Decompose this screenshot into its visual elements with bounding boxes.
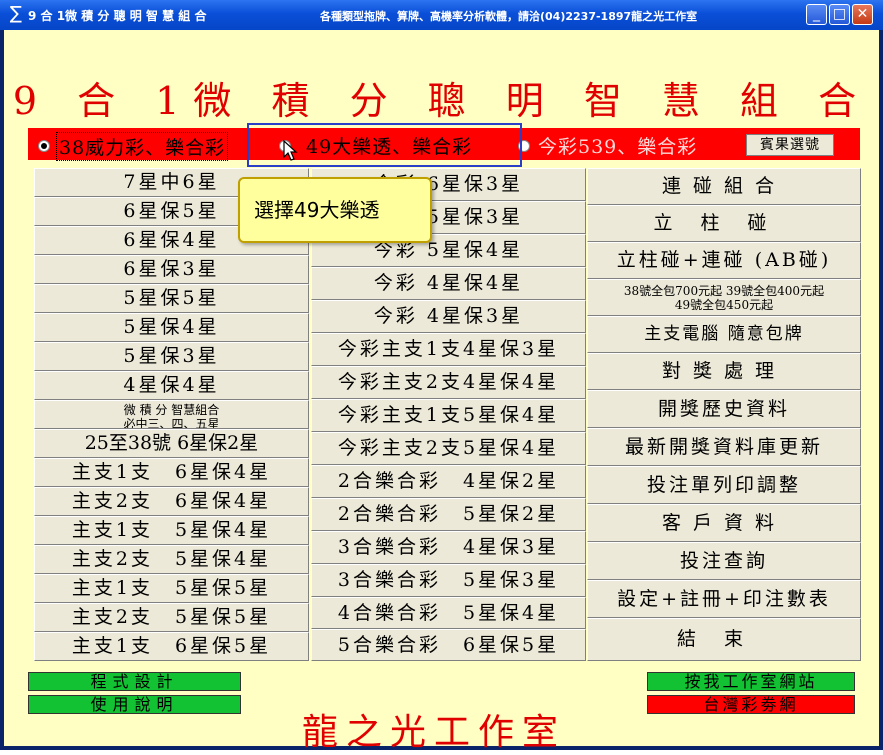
tooltip-callout: 選擇49大樂透 — [238, 177, 432, 243]
btn-5-3[interactable]: 5星保3星 — [34, 342, 309, 371]
btn-4-4[interactable]: 4星保4星 — [34, 371, 309, 400]
close-icon: ✕ — [856, 6, 869, 22]
design-button[interactable]: 程式設計 — [28, 672, 241, 691]
maximize-button[interactable]: □ — [829, 4, 850, 25]
studio-title: 龍之光工作室 — [301, 712, 566, 753]
minimize-button[interactable]: _ — [806, 4, 827, 25]
close-button[interactable]: ✕ — [852, 4, 873, 25]
btn-2he-5-2[interactable]: 2合樂合彩 5星保2星 — [311, 498, 586, 531]
btn-main1-5-5[interactable]: 主支1支 5星保5星 — [34, 574, 309, 603]
btn-2he-4-2[interactable]: 2合樂合彩 4星保2星 — [311, 465, 586, 498]
radio-label-38[interactable]: 38威力彩、樂合彩 — [56, 132, 229, 161]
package-note-2: 49號全包450元起 — [674, 298, 774, 312]
btn-jc-main2-5-4[interactable]: 今彩主支2支5星保4星 — [311, 432, 586, 465]
package-note-1: 38號全包700元起 39號全包400元起 — [623, 284, 825, 298]
radio-38[interactable] — [38, 140, 50, 152]
btn-main2-5-4[interactable]: 主支2支 5星保4星 — [34, 545, 309, 574]
btn-jc-main2-4-4[interactable]: 今彩主支2支4星保4星 — [311, 366, 586, 399]
lottery-net-button[interactable]: 台灣彩劵網 — [647, 695, 855, 714]
btn-settings[interactable]: 設定+註冊+印注數表 — [587, 580, 861, 618]
btn-main2-6-4[interactable]: 主支2支 6星保4星 — [34, 487, 309, 516]
title-bar[interactable]: ∑ 9 合 1微 積 分 聰 明 智 慧 組 合 各種類型拖牌、算牌、高機率分析… — [0, 0, 883, 30]
btn-main1-5-4[interactable]: 主支1支 5星保4星 — [34, 516, 309, 545]
btn-6-3[interactable]: 6星保3星 — [34, 255, 309, 284]
manual-button[interactable]: 使用說明 — [28, 695, 241, 714]
btn-smart-combo[interactable]: 微 積 分 智慧組合 必中三、四、五星 — [34, 400, 309, 429]
btn-exit[interactable]: 結束 — [587, 618, 861, 661]
website-button[interactable]: 按我工作室網站 — [647, 672, 855, 691]
app-window: ∑ 9 合 1微 積 分 聰 明 智 慧 組 合 各種類型拖牌、算牌、高機率分析… — [0, 0, 883, 753]
btn-jc-main1-4-3[interactable]: 今彩主支1支4星保3星 — [311, 333, 586, 366]
btn-lianpeng[interactable]: 連碰組合 — [587, 168, 861, 205]
btn-main1-6-5[interactable]: 主支1支 6星保5星 — [34, 632, 309, 661]
bingo-button[interactable]: 賓果選號 — [746, 134, 834, 156]
btn-jc-main1-5-4[interactable]: 今彩主支1支5星保4星 — [311, 399, 586, 432]
minimize-icon: _ — [813, 6, 820, 22]
btn-4he-5-4[interactable]: 4合樂合彩 5星保4星 — [311, 597, 586, 629]
btn-main2-5-5[interactable]: 主支2支 5星保5星 — [34, 603, 309, 632]
smart-combo-line1: 微 積 分 智慧組合 — [123, 403, 220, 417]
btn-5-4[interactable]: 5星保4星 — [34, 313, 309, 342]
btn-history[interactable]: 開獎歷史資料 — [587, 390, 861, 428]
window-title: 9 合 1微 積 分 聰 明 智 慧 組 合 — [28, 9, 207, 23]
btn-lizhu[interactable]: 立柱碰 — [587, 205, 861, 242]
btn-3he-4-3[interactable]: 3合樂合彩 4星保3星 — [311, 531, 586, 564]
btn-5-5[interactable]: 5星保5星 — [34, 284, 309, 313]
btn-main1-6-4[interactable]: 主支1支 6星保4星 — [34, 458, 309, 487]
btn-3he-5-3[interactable]: 3合樂合彩 5星保3星 — [311, 564, 586, 597]
btn-query[interactable]: 投注查詢 — [587, 542, 861, 580]
btn-customer[interactable]: 客戶資料 — [587, 504, 861, 542]
btn-prize[interactable]: 對獎處理 — [587, 353, 861, 390]
btn-jc-4-3[interactable]: 今彩 4星保3星 — [311, 300, 586, 333]
window-info: 各種類型拖牌、算牌、高機率分析軟體，請洽(04)2237-1897龍之光工作室 — [320, 10, 698, 23]
btn-5he-6-5[interactable]: 5合樂合彩 6星保5星 — [311, 629, 586, 661]
btn-25-38[interactable]: 25至38號 6星保2星 — [34, 429, 309, 458]
main-title: 9 合 1微 積 分 聰 明 智 慧 組 合 — [12, 79, 871, 123]
maximize-icon: □ — [832, 6, 847, 22]
btn-computer-package[interactable]: 主支電腦 隨意包牌 — [587, 316, 861, 353]
radio-label-539[interactable]: 今彩539、樂合彩 — [538, 132, 697, 159]
btn-ab[interactable]: 立柱碰+連碰 (AB碰) — [587, 242, 861, 279]
mouse-cursor-icon — [283, 140, 298, 161]
sigma-icon: ∑ — [9, 3, 23, 24]
btn-print-adjust[interactable]: 投注單列印調整 — [587, 466, 861, 504]
btn-package-notes[interactable]: 38號全包700元起 39號全包400元起 49號全包450元起 — [587, 279, 861, 316]
btn-jc-4-4[interactable]: 今彩 4星保4星 — [311, 267, 586, 300]
smart-combo-line2: 必中三、四、五星 — [123, 417, 220, 429]
btn-db-update[interactable]: 最新開獎資料庫更新 — [587, 428, 861, 466]
